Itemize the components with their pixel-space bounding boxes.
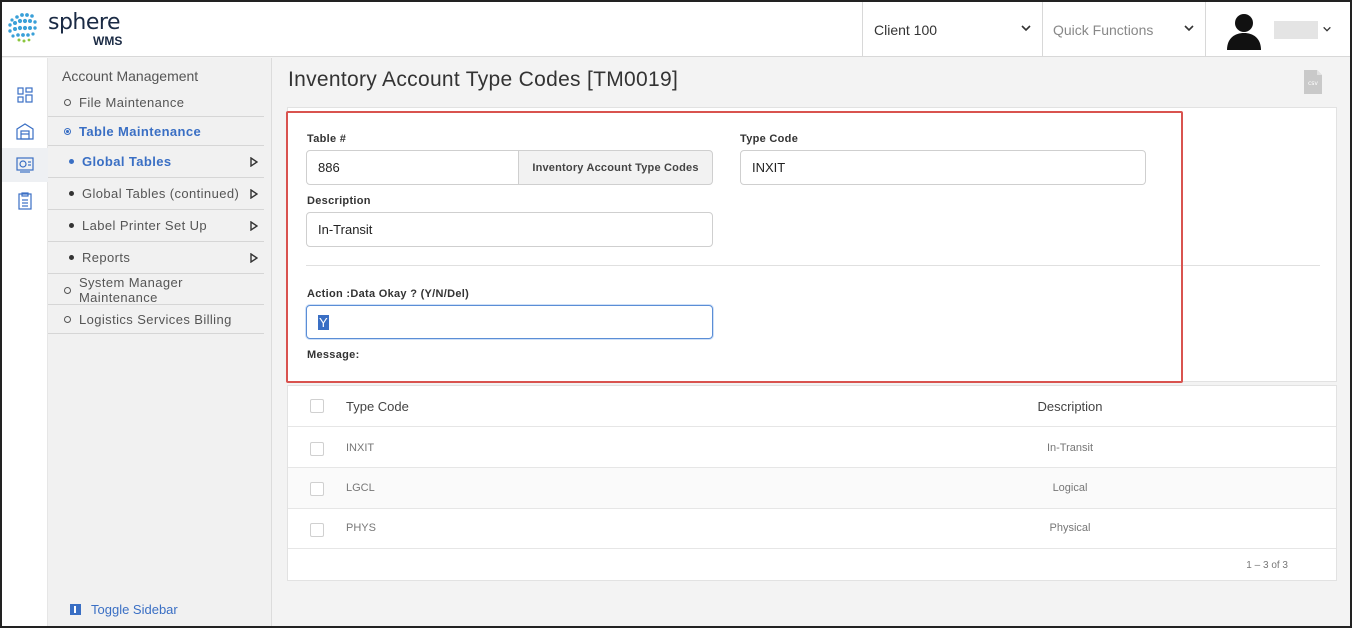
toggle-sidebar-icon [70,604,81,615]
top-header: sphere WMS Client 100 Quick Functions [2,2,1350,57]
ring-bullet-icon [64,98,71,106]
sidebar-item-label: Global Tables (continued) [82,186,240,201]
ring-bullet-icon [64,286,71,294]
row-checkbox[interactable] [310,442,324,456]
sidebar-item-global-tables[interactable]: Global Tables [48,146,264,178]
rail-dashboard[interactable] [8,78,42,112]
sidebar-item-label: Reports [82,250,131,265]
dot-bullet-icon [69,159,74,164]
sidebar-item-file-maintenance[interactable]: File Maintenance [48,88,264,117]
globe-icon [8,13,37,43]
quick-functions-selector[interactable]: Quick Functions [1042,2,1205,57]
table-row[interactable]: PHYS Physical [288,509,1336,549]
warehouse-icon [16,123,34,140]
sidebar-item-system-manager-maintenance[interactable]: System Manager Maintenance [48,275,264,305]
chevron-down-icon [1184,25,1194,32]
sidebar-item-label: Label Printer Set Up [82,218,208,233]
action-label: Action :Data Okay ? (Y/N/Del) [307,288,470,300]
table-row[interactable]: LGCL Logical [288,468,1336,509]
sidebar-item-label: Logistics Services Billing [79,311,232,327]
dashboard-icon [17,87,33,103]
quick-functions-label: Quick Functions [1053,21,1154,38]
table-name-addon: Inventory Account Type Codes [518,150,713,185]
action-input[interactable]: Y [306,305,713,339]
table-number-label: Table # [307,133,347,145]
column-header-type-code[interactable]: Type Code [346,399,409,414]
dot-bullet-icon [69,191,74,196]
sidebar-item-label: Table Maintenance [79,123,202,139]
message-label: Message: [307,349,360,361]
row-description: Logical [1052,482,1088,494]
toggle-sidebar-label: Toggle Sidebar [91,602,178,617]
row-checkbox[interactable] [310,523,324,537]
caret-right-icon [250,252,258,263]
description-label: Description [307,195,371,207]
dot-bullet-icon [69,223,74,228]
caret-right-icon [250,188,258,199]
caret-right-icon [250,220,258,231]
chevron-down-icon [1323,26,1331,32]
avatar-icon [1227,14,1261,50]
app-window: sphere WMS Client 100 Quick Functions Ac… [0,0,1352,628]
ring-bullet-icon [64,127,71,135]
type-codes-table: Type Code Description INXIT In-Transit L… [287,385,1337,581]
row-type-code: PHYS [346,522,376,534]
sidebar-item-reports[interactable]: Reports [48,242,264,274]
logo-text: sphere [48,10,121,35]
maintenance-icon [16,157,34,173]
rail-maintenance[interactable] [2,148,48,182]
sidebar-item-table-maintenance[interactable]: Table Maintenance [48,117,264,146]
row-type-code: LGCL [346,482,375,494]
row-checkbox[interactable] [310,482,324,496]
caret-right-icon [250,156,258,167]
logo-subtext: WMS [93,34,123,48]
row-type-code: INXIT [346,442,375,454]
icon-rail [2,58,48,626]
select-all-checkbox[interactable] [310,399,324,413]
sidebar-item-label: System Manager Maintenance [78,275,183,305]
type-code-input[interactable]: INXIT [740,150,1146,185]
row-description: Physical [1049,522,1091,534]
sidebar-heading: Account Management [62,68,199,84]
table-header-row: Type Code Description [288,386,1336,427]
sidebar-item-global-tables-continued[interactable]: Global Tables (continued) [48,178,264,210]
user-menu[interactable] [1205,2,1350,57]
sidebar-item-label-printer-setup[interactable]: Label Printer Set Up [48,210,264,242]
username-placeholder [1274,21,1318,39]
sidebar-item-logistics-services-billing[interactable]: Logistics Services Billing [48,305,264,334]
toggle-sidebar-button[interactable]: Toggle Sidebar [70,602,178,617]
sidebar-item-label: Global Tables [82,154,172,169]
table-number-input[interactable]: 886 [306,150,519,185]
svg-text:csv: csv [1308,80,1318,87]
action-input-value: Y [318,314,329,330]
rail-warehouse[interactable] [8,114,42,148]
dot-bullet-icon [69,255,74,260]
column-header-description[interactable]: Description [988,399,1152,414]
page-title: Inventory Account Type Codes [TM0019] [288,68,679,91]
pagination-range: 1 – 3 of 3 [1246,560,1288,571]
client-selector[interactable]: Client 100 [862,2,1042,57]
row-description: In-Transit [1046,442,1094,454]
csv-export-icon[interactable]: csv [1304,70,1322,94]
form-divider [306,265,1320,266]
chevron-down-icon [1021,25,1031,32]
rail-reports[interactable] [8,184,42,218]
table-row[interactable]: INXIT In-Transit [288,427,1336,468]
sphere-wms-logo[interactable]: sphere WMS [6,8,146,50]
clipboard-icon [18,192,32,210]
type-code-label: Type Code [740,133,799,145]
sidebar: Account Management File Maintenance Tabl… [48,58,272,626]
client-label: Client 100 [874,21,938,38]
description-input[interactable]: In-Transit [306,212,713,247]
sidebar-item-label: File Maintenance [79,94,185,110]
ring-bullet-icon [64,315,71,323]
